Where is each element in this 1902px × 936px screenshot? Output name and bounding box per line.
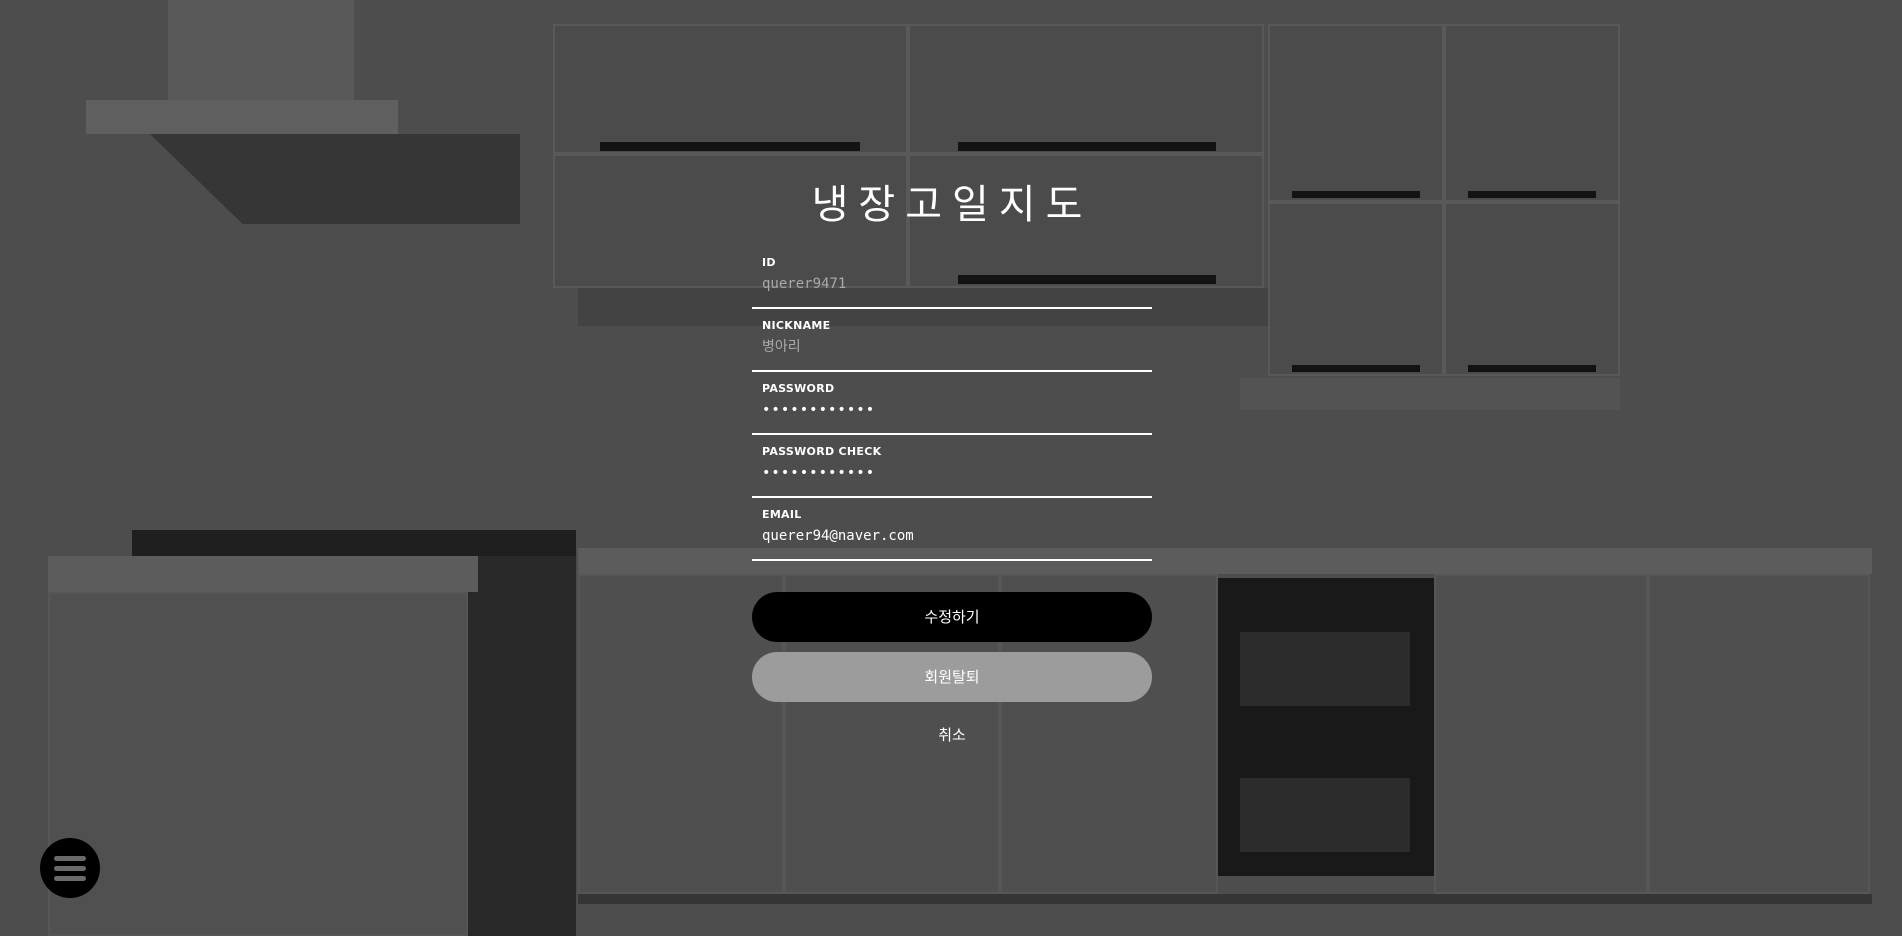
password-label: PASSWORD [762, 382, 835, 395]
email-input[interactable] [762, 528, 1132, 544]
password-check-label: PASSWORD CHECK [762, 445, 882, 458]
menu-button[interactable] [40, 838, 100, 898]
nickname-input[interactable] [762, 339, 1132, 355]
withdraw-button[interactable]: 회원탈퇴 [752, 652, 1152, 702]
nickname-field: NICKNAME [752, 309, 1152, 372]
id-input[interactable] [762, 276, 1132, 292]
hamburger-menu-icon [54, 855, 86, 861]
password-check-input[interactable] [762, 465, 1132, 481]
password-check-field: PASSWORD CHECK [752, 435, 1152, 498]
id-label: ID [762, 256, 776, 269]
app-title: 냉장고일지도 [811, 182, 1093, 228]
password-input[interactable] [762, 402, 1132, 418]
edit-profile-form: 냉장고일지도 ID NICKNAME PASSWORD PASSWORD CHE… [752, 180, 1152, 745]
submit-edit-button[interactable]: 수정하기 [752, 592, 1152, 642]
email-label: EMAIL [762, 508, 802, 521]
id-field: ID [752, 246, 1152, 309]
nickname-label: NICKNAME [762, 319, 831, 332]
email-field: EMAIL [752, 498, 1152, 561]
password-field: PASSWORD [752, 372, 1152, 435]
cancel-link[interactable]: 취소 [752, 724, 1152, 745]
